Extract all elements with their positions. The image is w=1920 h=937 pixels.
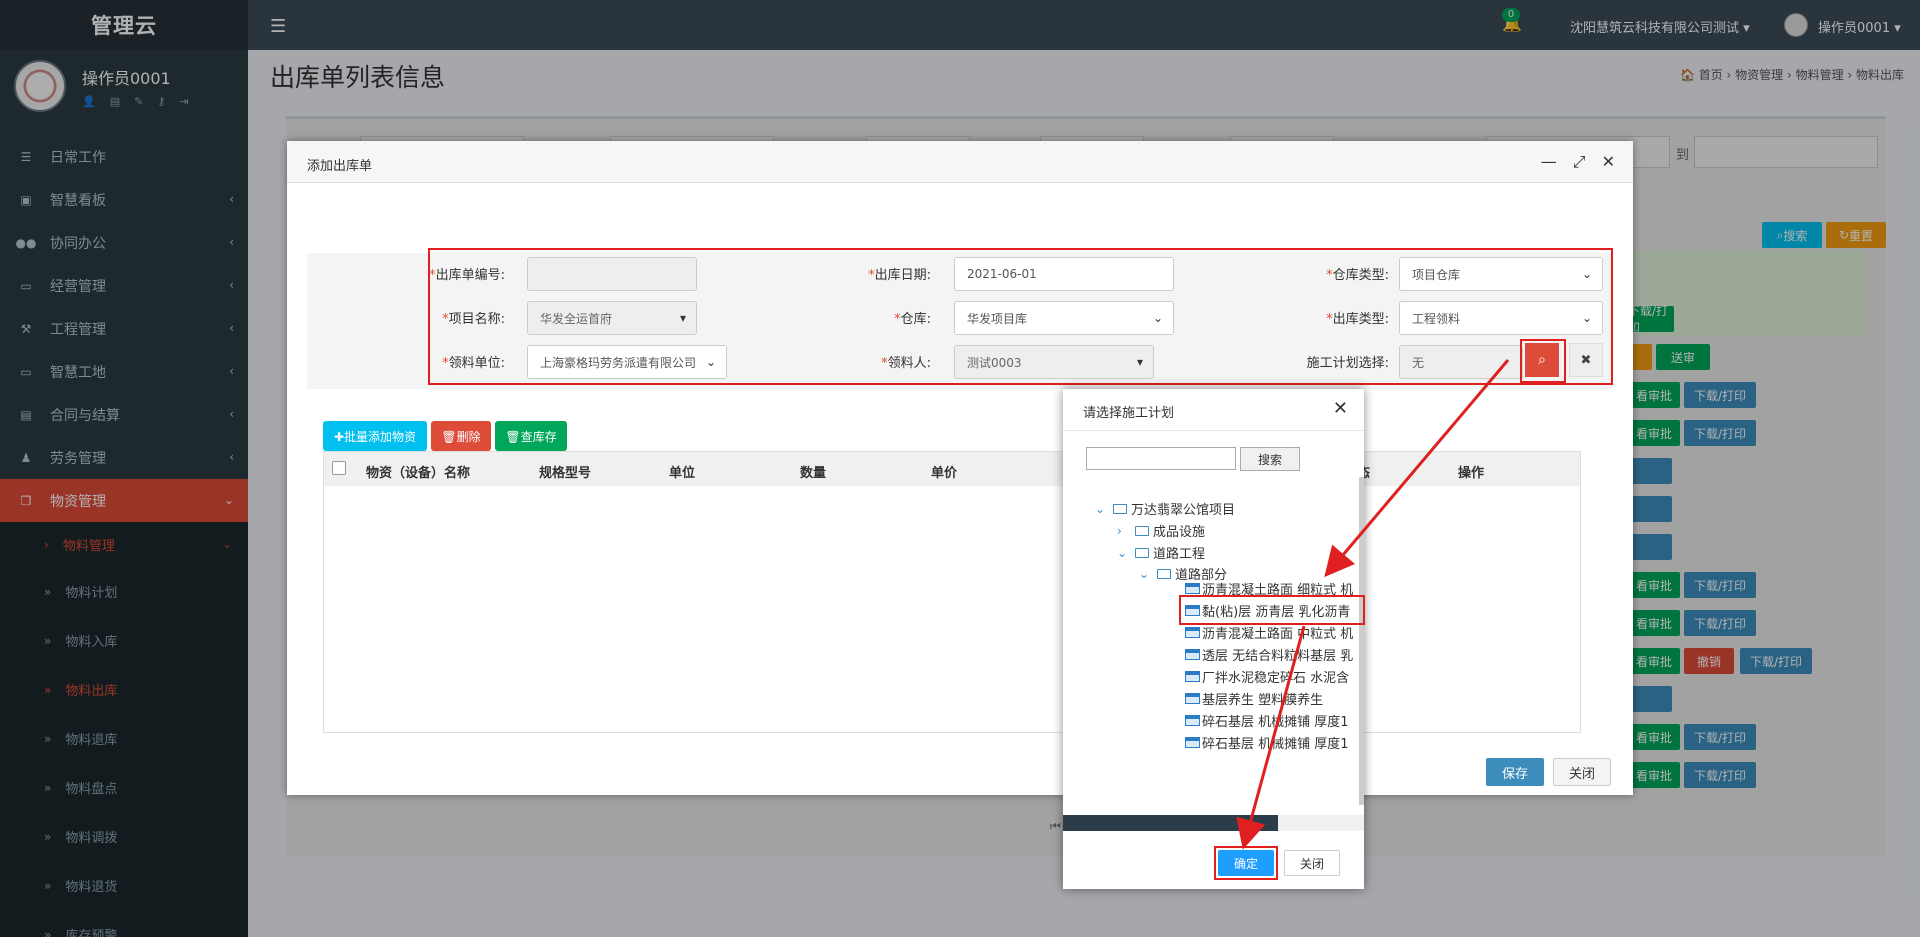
tree-node-label: 万达翡翠公馆项目 [1131, 503, 1236, 518]
table-icon [1185, 671, 1200, 682]
column-header-price[interactable]: 单价 [931, 462, 957, 481]
save-button[interactable]: 保存 [1486, 758, 1544, 786]
folder-open-icon [1135, 547, 1149, 558]
chevron-down-icon[interactable]: ⌄ [1139, 567, 1151, 581]
tree-node-label: 成品设施 [1153, 525, 1206, 540]
select-all-checkbox[interactable] [332, 461, 346, 475]
tree-leaf-label: 碎石基层 机械摊铺 厚度1 [1202, 737, 1349, 752]
column-header-qty[interactable]: 数量 [800, 462, 826, 481]
delete-button[interactable]: 🗑删除 [431, 421, 491, 451]
tree-leaf[interactable]: 厂拌水泥稳定碎石 水泥含 [1185, 667, 1349, 686]
folder-open-icon [1157, 568, 1171, 579]
column-header-unit[interactable]: 单位 [669, 462, 695, 481]
confirm-button-highlight [1214, 846, 1278, 880]
plan-tree: ⌄ 万达翡翠公馆项目 › 成品设施 ⌄ 道路工程 ⌄ 道路部分 沥青混凝土路面 细粒式 … [1063, 479, 1364, 805]
dialog-title: 添加出库单 [307, 159, 373, 174]
dialog-controls: — ⤢ ✕ [1541, 152, 1615, 172]
plan-dialog-title: 请选择施工计划 [1083, 406, 1175, 421]
scrollbar-thumb[interactable] [1063, 815, 1278, 831]
column-header-action[interactable]: 操作 [1458, 462, 1484, 481]
column-header-spec[interactable]: 规格型号 [539, 462, 591, 481]
tree-node-facilities[interactable]: › 成品设施 [1117, 521, 1206, 541]
tree-leaf[interactable]: 透层 无结合料粒料基层 乳 [1185, 645, 1353, 664]
table-icon [1185, 627, 1200, 638]
table-header: 物资（设备）名称 规格型号 单位 数量 单价 状态 操作 [324, 452, 1580, 486]
tree-leaf-label: 基层养生 塑料膜养生 [1202, 693, 1324, 708]
tree-leaf[interactable]: 基层养生 塑料膜养生 [1185, 689, 1323, 708]
add-outbound-dialog: 添加出库单 — ⤢ ✕ *出库单编号: *出库日期: 2021-06-01 *仓… [287, 141, 1633, 795]
tree-leaf[interactable]: 碎石基层 机械摊铺 厚度1 [1185, 733, 1349, 752]
tree-leaf-label: 碎石基层 机械摊铺 厚度1 [1202, 715, 1349, 730]
selected-leaf-highlight [1179, 595, 1365, 625]
plan-close-button[interactable]: 关闭 [1284, 850, 1340, 876]
table-icon [1185, 583, 1200, 594]
column-header-name[interactable]: 物资（设备）名称 [366, 462, 470, 481]
minimize-icon[interactable]: — [1541, 152, 1557, 172]
tree-leaf[interactable]: 碎石基层 机械摊铺 厚度1 [1185, 711, 1349, 730]
table-icon [1185, 737, 1200, 748]
maximize-icon[interactable]: ⤢ [1573, 152, 1586, 172]
chevron-down-icon[interactable]: ⌄ [1095, 502, 1107, 516]
folder-icon [1135, 525, 1149, 536]
chevron-down-icon[interactable]: ⌄ [1117, 546, 1129, 560]
form-highlight-box [428, 248, 1613, 385]
app-root: 管理云 操作员0001 👤 ▤ ✎ ⚷ ⇥ ☰ 日常工作 ▣ 智慧看板 ‹ ●● 协同办… [0, 0, 1920, 937]
materials-table: 物资（设备）名称 规格型号 单位 数量 单价 状态 操作 [323, 451, 1581, 733]
tree-leaf[interactable]: 沥青混凝土路面 中粒式 机 [1185, 623, 1353, 642]
tree-leaf-label: 透层 无结合料粒料基层 乳 [1202, 649, 1354, 664]
table-icon [1185, 649, 1200, 660]
folder-open-icon [1113, 503, 1127, 514]
plan-select-dialog: 请选择施工计划 ✕ 搜索 ⌄ 万达翡翠公馆项目 › 成品设施 ⌄ 道路工程 ⌄ 道路部分… [1063, 389, 1365, 889]
tree-node-label: 道路工程 [1153, 547, 1206, 562]
chevron-right-icon[interactable]: › [1117, 524, 1129, 538]
tree-vertical-scrollbar[interactable] [1359, 477, 1364, 805]
dialog-header: 添加出库单 — ⤢ ✕ [287, 141, 1633, 183]
search-button-highlight [1520, 339, 1566, 383]
plan-dialog-header: 请选择施工计划 ✕ [1063, 389, 1364, 431]
table-icon [1185, 693, 1200, 704]
check-stock-button[interactable]: 🗑查库存 [495, 421, 567, 451]
batch-add-button[interactable]: ✚批量添加物资 [323, 421, 427, 451]
tree-node-road-eng[interactable]: ⌄ 道路工程 [1117, 543, 1206, 563]
close-icon[interactable]: ✕ [1602, 152, 1615, 172]
plan-search-button[interactable]: 搜索 [1240, 447, 1300, 471]
tree-leaf-label: 厂拌水泥稳定碎石 水泥含 [1202, 671, 1350, 686]
close-icon[interactable]: ✕ [1333, 398, 1348, 419]
tree-leaf-label: 沥青混凝土路面 中粒式 机 [1202, 627, 1354, 642]
table-icon [1185, 715, 1200, 726]
tree-node-root[interactable]: ⌄ 万达翡翠公馆项目 [1095, 499, 1236, 519]
close-button[interactable]: 关闭 [1553, 758, 1611, 786]
plan-search-input[interactable] [1086, 447, 1236, 470]
